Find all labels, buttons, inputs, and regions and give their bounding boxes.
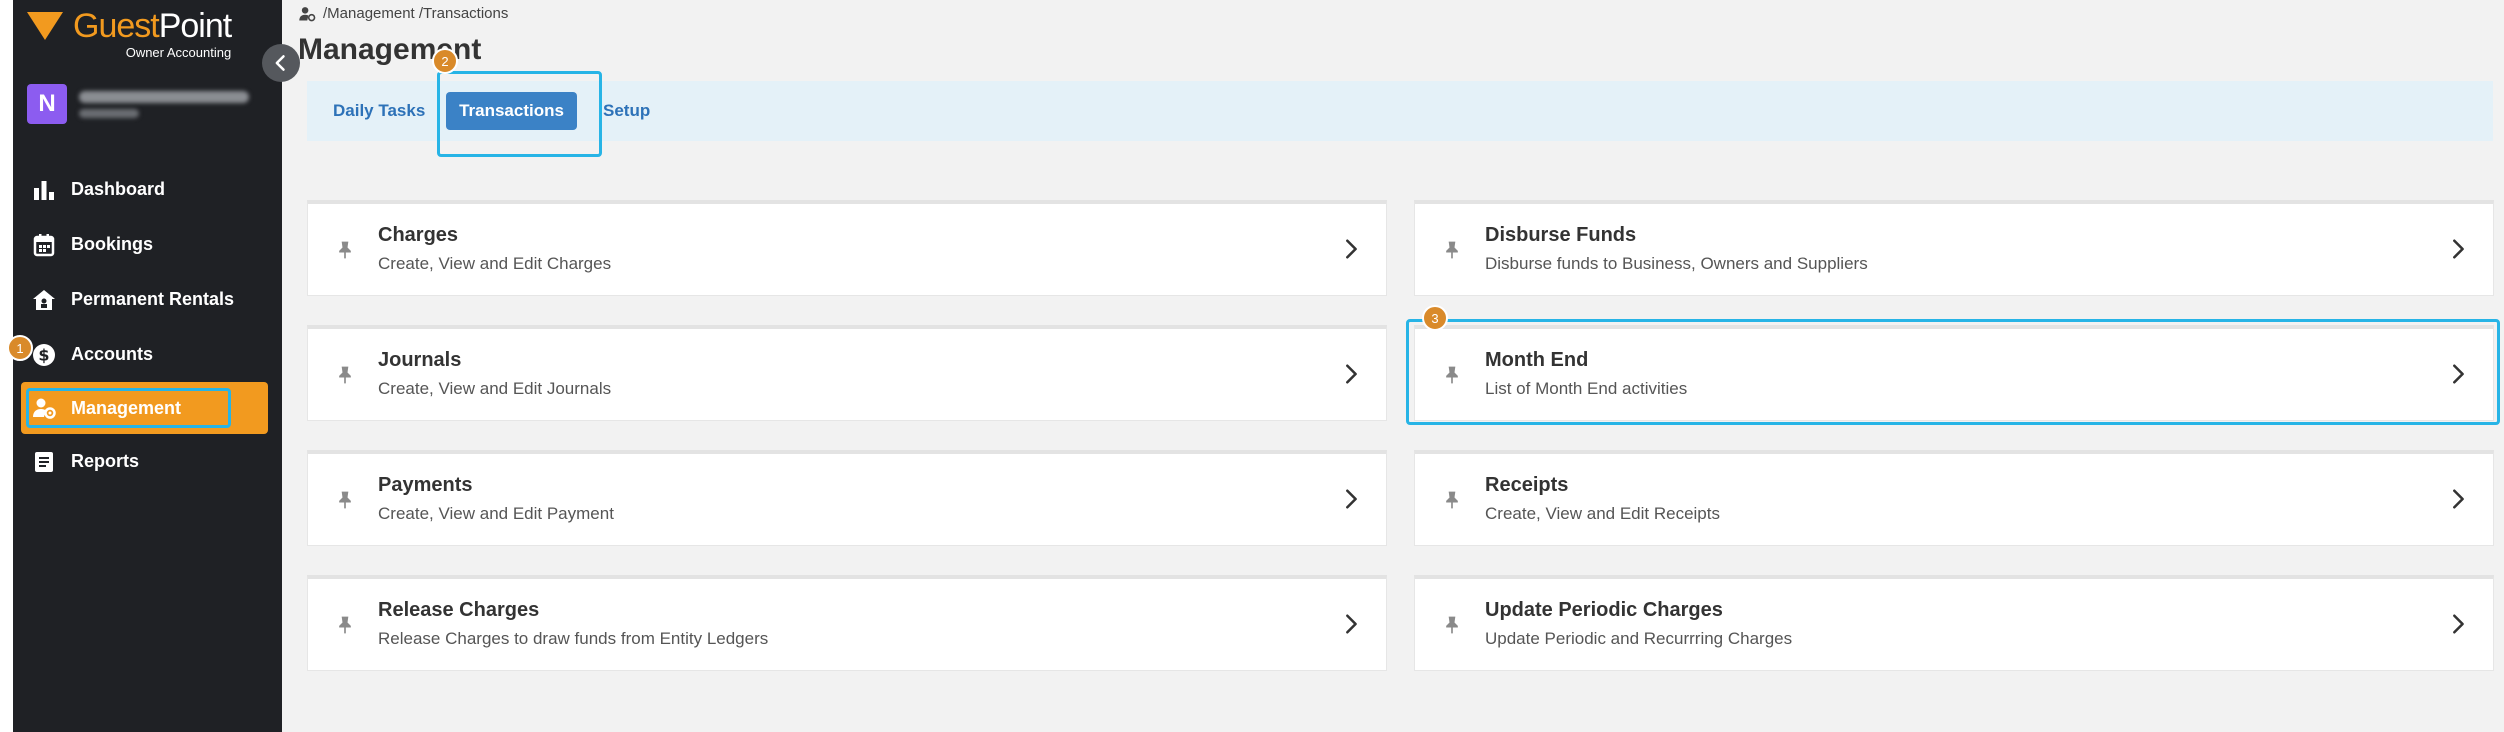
- step-badge-transactions: 2: [432, 48, 458, 74]
- app-logo[interactable]: GuestPoint Owner Accounting: [27, 7, 232, 60]
- chevron-right-icon: [1346, 239, 1357, 259]
- tab-bar: Daily Tasks Transactions Setup: [307, 71, 2493, 157]
- pin-icon[interactable]: [335, 365, 355, 385]
- pin-icon[interactable]: [335, 615, 355, 635]
- chevron-right-icon: [2453, 489, 2464, 509]
- sidebar-item-bookings[interactable]: Bookings: [13, 217, 282, 272]
- dollar-icon: $: [31, 342, 57, 368]
- card-description: List of Month End activities: [1485, 379, 1688, 398]
- card-description: Create, View and Edit Payment: [378, 504, 614, 523]
- sidebar-item-accounts[interactable]: $ Accounts: [13, 327, 282, 382]
- sidebar-item-management[interactable]: Management: [21, 382, 268, 434]
- sidebar-item-permanent-rentals[interactable]: Permanent Rentals: [13, 272, 282, 327]
- step-badge-month-end: 3: [1422, 305, 1448, 331]
- card-description: Disburse funds to Business, Owners and S…: [1485, 254, 1868, 273]
- tab-setup[interactable]: Setup: [603, 81, 650, 141]
- chevron-right-icon: [1346, 364, 1357, 384]
- card-journals[interactable]: Journals Create, View and Edit Journals: [307, 325, 1387, 421]
- user-gear-icon: [299, 6, 316, 21]
- chevron-right-icon: [2453, 364, 2464, 384]
- card-description: Update Periodic and Recurrring Charges: [1485, 629, 1793, 648]
- breadcrumb-path[interactable]: /Management /Transactions: [323, 5, 508, 22]
- card-disburse-funds[interactable]: Disburse Funds Disburse funds to Busines…: [1414, 200, 2494, 296]
- card-description: Create, View and Edit Journals: [378, 379, 612, 398]
- org-name-redacted: [79, 90, 249, 118]
- card-month-end[interactable]: Month End List of Month End activities: [1406, 319, 2500, 425]
- highlight-box: [26, 388, 231, 428]
- organization-switcher[interactable]: N: [27, 84, 249, 124]
- sidebar-item-dashboard[interactable]: Dashboard: [13, 162, 282, 217]
- sidebar-item-label: Dashboard: [71, 179, 166, 199]
- step-badge-accounts: 1: [7, 335, 33, 361]
- card-title: Month End: [1485, 349, 1589, 371]
- card-receipts[interactable]: Receipts Create, View and Edit Receipts: [1414, 450, 2494, 546]
- org-avatar: N: [27, 84, 67, 124]
- chevron-left-icon: [275, 55, 285, 71]
- card-release-charges[interactable]: Release Charges Release Charges to draw …: [307, 575, 1387, 671]
- card-update-periodic-charges[interactable]: Update Periodic Charges Update Periodic …: [1414, 575, 2494, 671]
- svg-text:$: $: [38, 345, 49, 364]
- sidebar-item-label: Accounts: [71, 344, 154, 364]
- logo-subtitle: Owner Accounting: [125, 45, 232, 60]
- card-charges[interactable]: Charges Create, View and Edit Charges: [307, 200, 1387, 296]
- main-content: /Management /Transactions Management Dai…: [282, 0, 2504, 732]
- pin-icon[interactable]: [1442, 365, 1462, 385]
- logo-triangle-icon: [27, 12, 63, 40]
- bar-chart-icon: [31, 177, 57, 203]
- card-title: Disburse Funds: [1485, 224, 1637, 246]
- card-title: Update Periodic Charges: [1485, 599, 1723, 621]
- sidebar-item-label: Bookings: [71, 234, 154, 254]
- sidebar-nav: Dashboard Bookings Permanent Rentals $ A…: [13, 162, 282, 489]
- pin-icon[interactable]: [1442, 615, 1462, 635]
- calendar-icon: [31, 232, 57, 258]
- chevron-right-icon: [2453, 239, 2464, 259]
- card-payments[interactable]: Payments Create, View and Edit Payment: [307, 450, 1387, 546]
- pin-icon[interactable]: [1442, 490, 1462, 510]
- tab-transactions[interactable]: Transactions: [446, 92, 577, 130]
- sidebar-item-reports[interactable]: Reports: [13, 434, 282, 489]
- pin-icon[interactable]: [335, 490, 355, 510]
- card-description: Create, View and Edit Charges: [378, 254, 612, 273]
- chevron-right-icon: [1346, 614, 1357, 634]
- sidebar: GuestPoint Owner Accounting N Dashboard …: [13, 0, 282, 732]
- card-title: Charges: [378, 224, 459, 246]
- sidebar-item-label: Reports: [71, 451, 140, 471]
- card-title: Payments: [378, 474, 473, 496]
- card-description: Create, View and Edit Receipts: [1485, 504, 1720, 523]
- tab-daily-tasks[interactable]: Daily Tasks: [333, 81, 425, 141]
- chevron-right-icon: [2453, 614, 2464, 634]
- chevron-right-icon: [1346, 489, 1357, 509]
- breadcrumb: /Management /Transactions: [299, 5, 508, 22]
- card-title: Receipts: [1485, 474, 1569, 496]
- collapse-sidebar-button[interactable]: [262, 44, 300, 82]
- card-title: Release Charges: [378, 599, 540, 621]
- sidebar-item-label: Permanent Rentals: [71, 289, 235, 309]
- card-description: Release Charges to draw funds from Entit…: [378, 629, 769, 648]
- pin-icon[interactable]: [1442, 240, 1462, 260]
- logo-name: GuestPoint: [73, 7, 232, 45]
- document-icon: [31, 449, 57, 475]
- card-title: Journals: [378, 349, 462, 371]
- pin-icon[interactable]: [335, 240, 355, 260]
- left-edge-strip: [0, 0, 13, 732]
- highlight-box: [1406, 319, 2500, 425]
- house-icon: [31, 287, 57, 313]
